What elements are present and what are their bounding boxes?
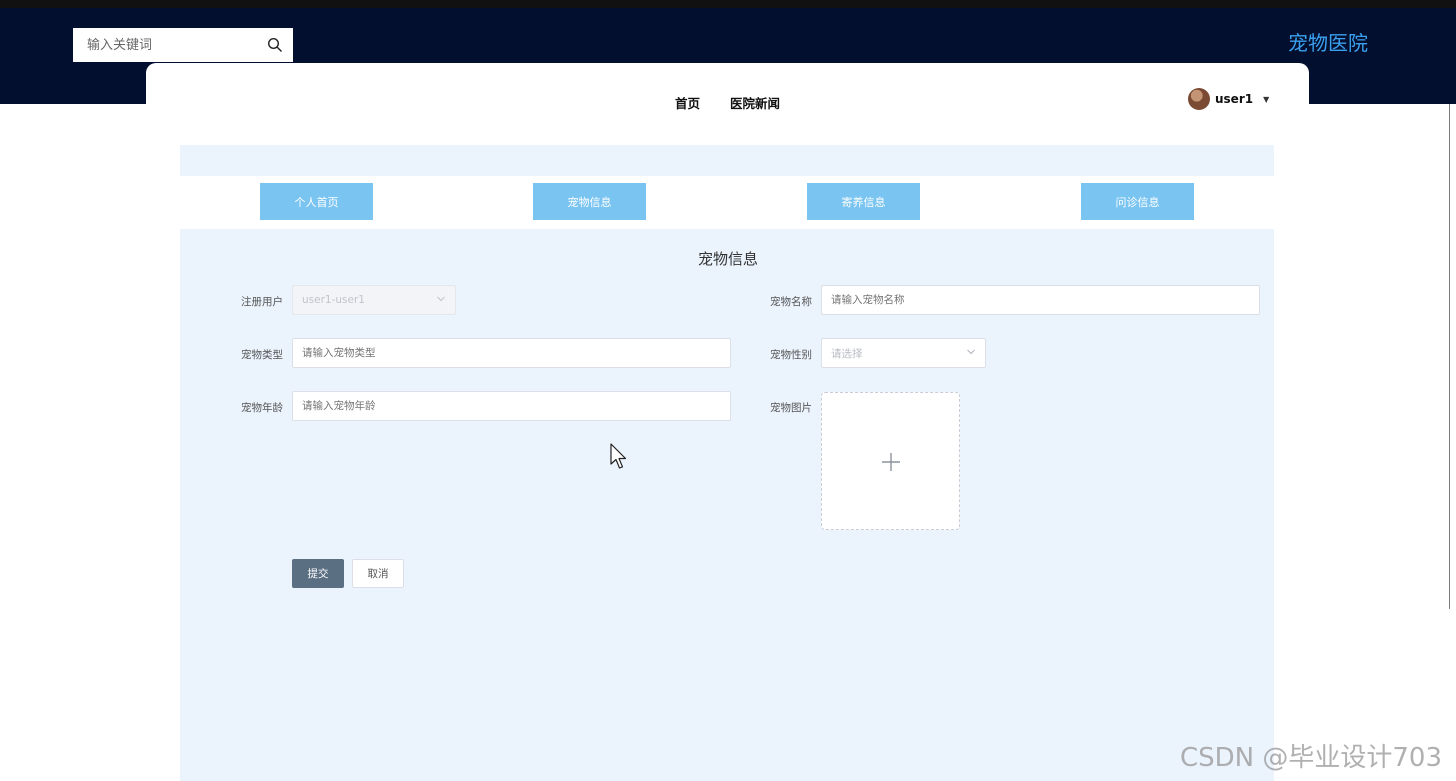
pet-type-label: 宠物类型 (241, 349, 283, 361)
mouse-cursor-icon (610, 443, 627, 469)
chevron-down-icon (437, 296, 445, 302)
chevron-down-icon (967, 349, 975, 355)
pet-name-input[interactable] (822, 286, 1259, 314)
cancel-button[interactable]: 取消 (352, 559, 404, 588)
avatar (1188, 88, 1210, 110)
register-user-select: user1-user1 (292, 285, 456, 315)
form-title: 宠物信息 (697, 250, 758, 268)
window-top-strip (0, 0, 1456, 8)
pet-age-label: 宠物年龄 (241, 402, 283, 414)
nav-bar: 首页 医院新闻 (146, 63, 1309, 123)
content-area (180, 145, 1274, 781)
center-tab-bar: 个人首页 宠物信息 寄养信息 问诊信息 (180, 176, 1274, 229)
tab-pet-info[interactable]: 宠物信息 (533, 183, 646, 220)
pet-name-label: 宠物名称 (770, 296, 812, 308)
pet-image-label: 宠物图片 (770, 402, 812, 414)
user-name: user1 (1215, 92, 1254, 106)
watermark: CSDN @毕业设计703 (1180, 743, 1443, 773)
pet-type-field (292, 338, 731, 368)
pet-gender-label: 宠物性别 (770, 349, 812, 361)
pet-gender-select[interactable]: 请选择 (821, 338, 986, 368)
register-user-label: 注册用户 (241, 296, 283, 308)
search-icon[interactable] (267, 37, 283, 53)
pet-image-upload[interactable] (821, 392, 960, 530)
pet-name-field (821, 285, 1260, 315)
plus-icon (882, 453, 900, 471)
search-input[interactable] (73, 28, 259, 62)
window-edge-line (1449, 104, 1450, 609)
register-user-value: user1-user1 (302, 294, 365, 306)
tab-personal-home[interactable]: 个人首页 (260, 183, 373, 220)
pet-age-field (292, 391, 731, 421)
pet-gender-placeholder: 请选择 (831, 347, 863, 360)
site-brand-title: 宠物医院 (1288, 31, 1368, 55)
caret-down-icon: ▼ (1263, 94, 1270, 104)
tab-consultation-info[interactable]: 问诊信息 (1081, 183, 1194, 220)
nav-link-home[interactable]: 首页 (675, 93, 700, 112)
nav-link-hospital-news[interactable]: 医院新闻 (730, 93, 780, 112)
search-box (73, 28, 293, 62)
pet-age-input[interactable] (293, 392, 730, 420)
pet-type-input[interactable] (293, 339, 730, 367)
submit-button[interactable]: 提交 (292, 559, 344, 588)
user-menu[interactable]: user1 ▼ (1188, 88, 1269, 110)
tab-boarding-info[interactable]: 寄养信息 (807, 183, 920, 220)
